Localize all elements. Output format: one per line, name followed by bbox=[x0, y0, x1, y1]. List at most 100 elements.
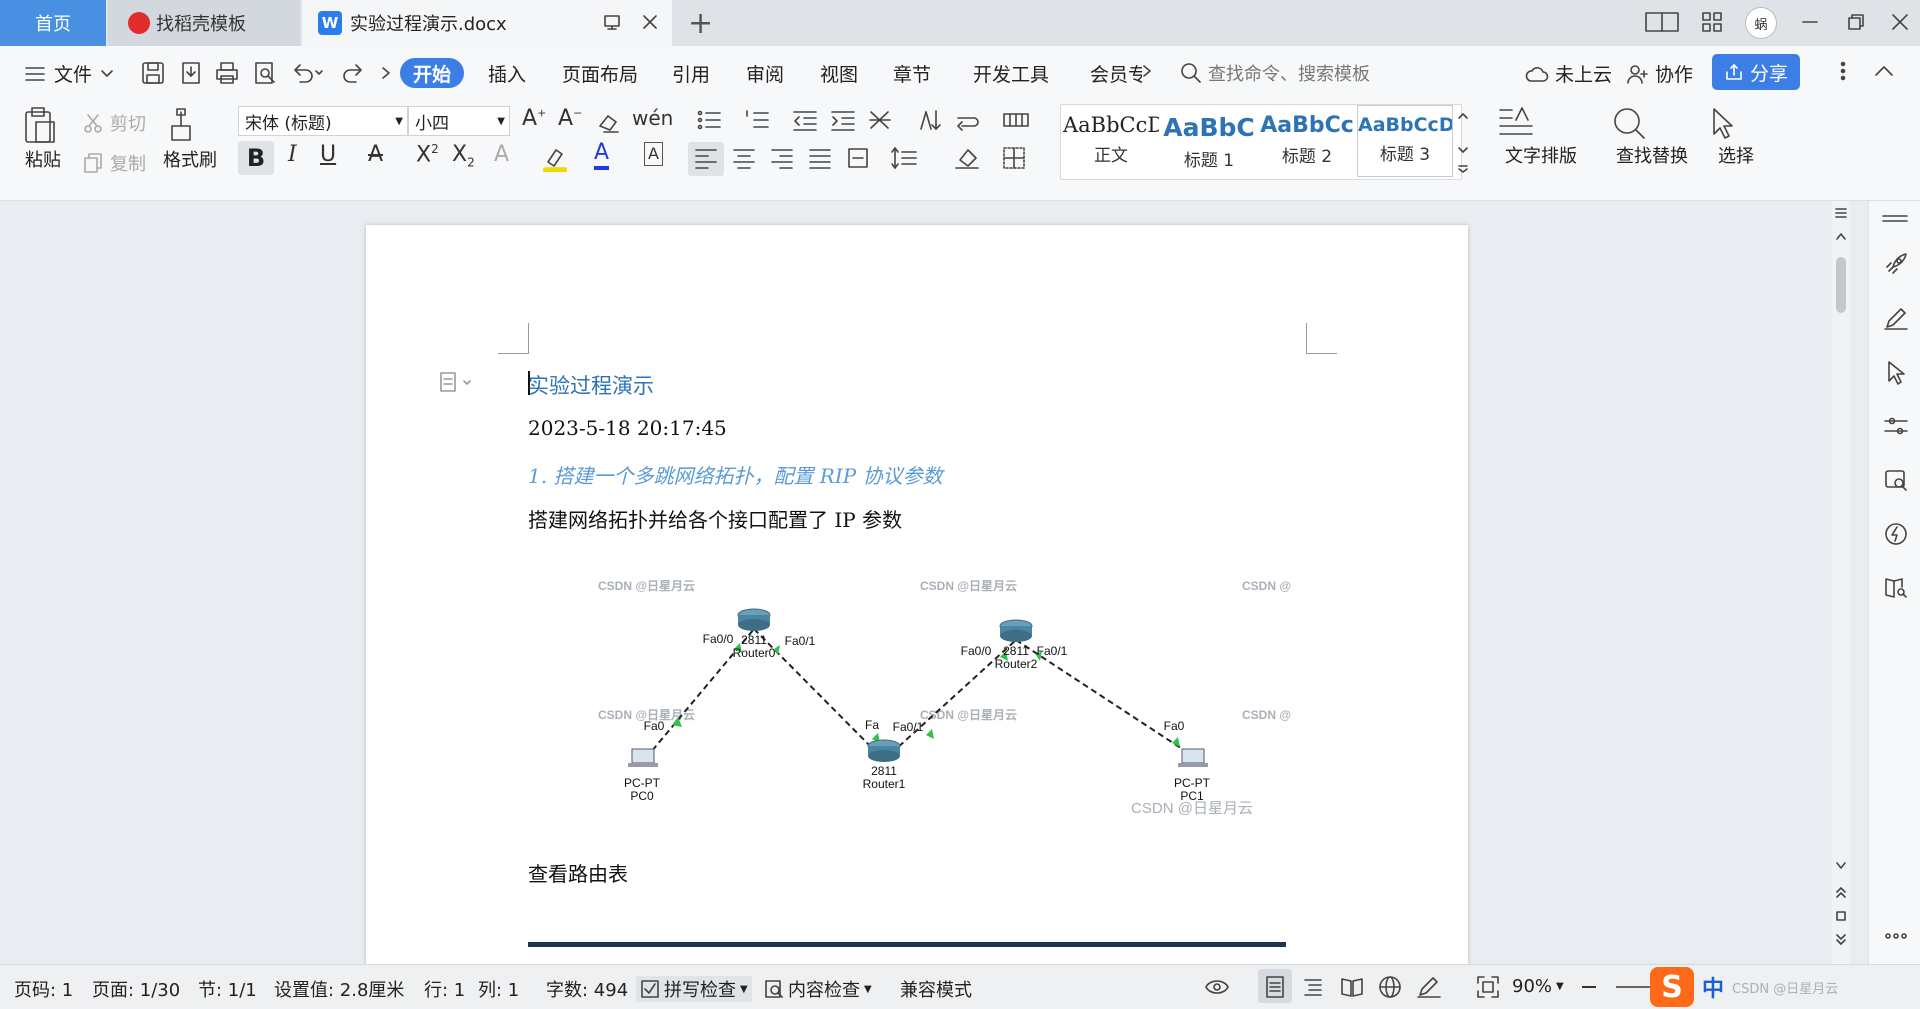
menu-review[interactable]: 审阅 bbox=[746, 60, 784, 87]
paragraph-menu-icon[interactable] bbox=[438, 371, 478, 393]
collaborate-button[interactable]: 协作 bbox=[1625, 60, 1693, 87]
reading-view-icon[interactable] bbox=[1340, 975, 1364, 999]
doc-title[interactable]: 实验过程演示 bbox=[528, 370, 654, 400]
paste-button[interactable]: 粘贴 bbox=[18, 106, 68, 172]
menu-view[interactable]: 视图 bbox=[820, 60, 858, 87]
select-button[interactable]: 选择 bbox=[1706, 106, 1766, 168]
undo-icon[interactable] bbox=[290, 60, 324, 86]
status-page-number[interactable]: 页码: 1 bbox=[14, 976, 73, 1002]
justify-icon[interactable] bbox=[808, 146, 832, 170]
doc-date[interactable]: 2023-5-18 20:17:45 bbox=[528, 416, 727, 440]
style-normal[interactable]: AaBbCcD 正文 bbox=[1063, 105, 1159, 177]
image-search-icon[interactable] bbox=[1883, 467, 1909, 493]
sidebar-more-icon[interactable] bbox=[1883, 931, 1909, 941]
style-heading2[interactable]: AaBbCc 标题 2 bbox=[1259, 105, 1355, 177]
sliders-icon[interactable] bbox=[1883, 413, 1909, 439]
print-icon[interactable] bbox=[214, 60, 240, 86]
line-spacing-icon[interactable] bbox=[890, 146, 920, 170]
paragraph-mark-icon[interactable] bbox=[954, 108, 988, 132]
status-column[interactable]: 列: 1 bbox=[478, 976, 519, 1002]
user-avatar[interactable]: 蜗 bbox=[1745, 7, 1777, 39]
zoom-slider-track[interactable] bbox=[1616, 986, 1652, 988]
status-section[interactable]: 节: 1/1 bbox=[198, 976, 257, 1002]
scroll-up-icon[interactable] bbox=[1834, 231, 1848, 241]
underline-button[interactable]: U bbox=[320, 142, 336, 167]
document-page[interactable]: 实验过程演示 2023-5-18 20:17:45 1. 搭建一个多跳网络拓扑，… bbox=[366, 225, 1468, 964]
text-layout-button[interactable]: 文字排版 bbox=[1496, 106, 1586, 168]
redo-icon[interactable] bbox=[340, 60, 366, 86]
page-view-icon[interactable] bbox=[1264, 975, 1286, 999]
ime-mode[interactable]: 中 bbox=[1702, 971, 1724, 1003]
export-pdf-icon[interactable] bbox=[178, 60, 204, 86]
align-left-icon[interactable] bbox=[694, 146, 718, 170]
font-name-select[interactable]: 宋体 (标题) ▼ bbox=[238, 106, 408, 136]
share-button[interactable]: 分享 bbox=[1712, 54, 1800, 90]
command-search[interactable]: 查找命令、搜索模板 bbox=[1180, 60, 1370, 86]
menu-page-layout[interactable]: 页面布局 bbox=[562, 60, 638, 87]
increase-indent-icon[interactable] bbox=[830, 108, 856, 132]
pointer-icon[interactable] bbox=[1883, 359, 1909, 385]
save-icon[interactable] bbox=[140, 60, 166, 86]
spell-check-button[interactable]: 拼写检查 ▼ bbox=[636, 976, 752, 1002]
browse-object-icon[interactable] bbox=[1834, 909, 1848, 923]
menu-references[interactable]: 引用 bbox=[672, 60, 710, 87]
grow-font-icon[interactable]: A+ bbox=[522, 106, 546, 131]
book-search-icon[interactable] bbox=[1883, 575, 1909, 601]
menu-developer[interactable]: 开发工具 bbox=[973, 60, 1049, 87]
eye-protect-icon[interactable] bbox=[1204, 975, 1230, 999]
monitor-icon[interactable] bbox=[602, 12, 622, 32]
tab-document[interactable]: W 实验过程演示.docx bbox=[302, 0, 672, 46]
status-setting[interactable]: 设置值: 2.8厘米 bbox=[274, 976, 404, 1002]
layout-icon[interactable] bbox=[1644, 10, 1680, 34]
outline-view-icon[interactable] bbox=[1302, 975, 1324, 999]
shading-icon[interactable] bbox=[954, 146, 982, 170]
fit-page-icon[interactable] bbox=[1476, 975, 1500, 999]
prev-page-icon[interactable] bbox=[1834, 885, 1848, 899]
shrink-font-icon[interactable]: A− bbox=[558, 106, 582, 131]
grid-apps-icon[interactable] bbox=[1700, 10, 1724, 34]
more-options-icon[interactable] bbox=[1838, 58, 1848, 84]
copy-button[interactable]: 复制 bbox=[82, 150, 146, 176]
tab-home[interactable]: 首页 bbox=[0, 0, 106, 46]
zoom-out-button[interactable] bbox=[1582, 986, 1596, 988]
align-right-icon[interactable] bbox=[770, 146, 794, 170]
new-tab-button[interactable]: + bbox=[688, 6, 713, 41]
character-border-button[interactable]: A bbox=[644, 142, 663, 166]
doc-paragraph-2[interactable]: 查看路由表 bbox=[528, 858, 628, 887]
routing-table-image-top[interactable] bbox=[528, 942, 1286, 947]
subscript-button[interactable]: X2 bbox=[452, 142, 475, 169]
scroll-split-icon[interactable] bbox=[1834, 205, 1848, 221]
lightning-icon[interactable] bbox=[1883, 521, 1909, 547]
highlight-icon[interactable] bbox=[542, 144, 568, 172]
font-color-button[interactable]: A bbox=[594, 140, 610, 170]
writing-mode-icon[interactable] bbox=[1416, 975, 1442, 999]
collapse-ribbon-icon[interactable] bbox=[1872, 58, 1896, 84]
minimize-icon[interactable] bbox=[1798, 10, 1822, 34]
style-heading1[interactable]: AaBbC 标题 1 bbox=[1161, 105, 1257, 177]
status-pages[interactable]: 页面: 1/30 bbox=[92, 976, 180, 1002]
network-topology-image[interactable]: CSDN @日星月云 CSDN @日星月云 CSDN @ CSDN @日星月云 … bbox=[528, 565, 1296, 835]
sort-icon[interactable] bbox=[918, 108, 944, 132]
italic-button[interactable]: I bbox=[288, 142, 297, 167]
next-page-icon[interactable] bbox=[1834, 933, 1848, 947]
superscript-button[interactable]: X2 bbox=[416, 142, 439, 167]
strikethrough-button[interactable]: A bbox=[368, 142, 383, 167]
restore-icon[interactable] bbox=[1844, 10, 1868, 34]
borders-icon[interactable] bbox=[1002, 146, 1028, 170]
bullet-list-icon[interactable] bbox=[696, 108, 732, 132]
menu-start[interactable]: 开始 bbox=[400, 58, 464, 88]
status-row[interactable]: 行: 1 bbox=[424, 976, 465, 1002]
find-replace-button[interactable]: 查找替换 bbox=[1610, 106, 1694, 168]
sogou-ime-logo[interactable]: S bbox=[1650, 967, 1694, 1007]
scroll-down-icon[interactable] bbox=[1834, 861, 1848, 871]
rocket-icon[interactable] bbox=[1883, 251, 1909, 277]
font-size-select[interactable]: 小四 ▼ bbox=[408, 106, 510, 136]
menu-scroll-right-icon[interactable] bbox=[1140, 58, 1154, 84]
menu-member[interactable]: 会员专 bbox=[1090, 60, 1142, 87]
web-view-icon[interactable] bbox=[1378, 975, 1402, 999]
numbered-list-icon[interactable] bbox=[744, 108, 780, 132]
cloud-status[interactable]: 未上云 bbox=[1525, 60, 1612, 87]
router1-icon[interactable] bbox=[867, 739, 901, 762]
zoom-select[interactable]: 90% ▼ bbox=[1512, 976, 1564, 997]
tab-template[interactable]: 找稻壳模板 bbox=[108, 0, 300, 46]
